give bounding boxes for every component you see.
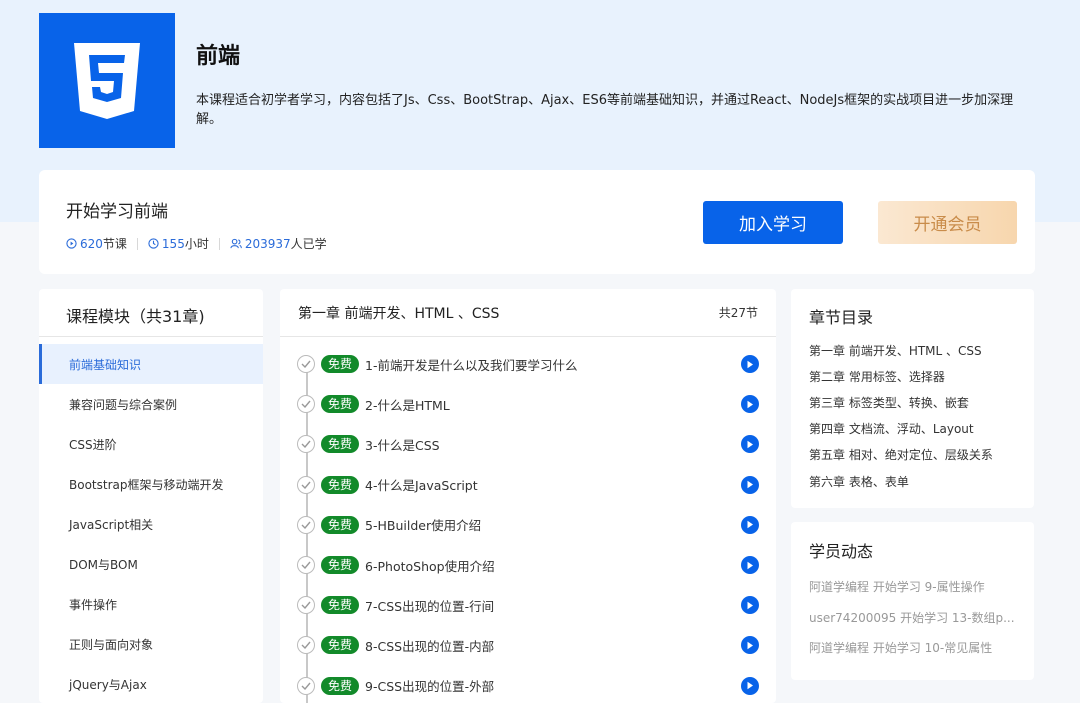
module-item[interactable]: CSS进阶 <box>39 424 263 464</box>
module-item[interactable]: 正则与面向对象 <box>39 624 263 664</box>
free-badge: 免费 <box>321 676 360 695</box>
lesson-row[interactable]: 免费 1-前端开发是什么以及我们要学习什么 <box>297 352 759 376</box>
free-badge: 免费 <box>321 556 360 574</box>
chapter-title: 第一章 前端开发、HTML 、CSS <box>298 305 500 322</box>
check-circle-icon <box>297 355 315 373</box>
lesson-row[interactable]: 免费 2-什么是HTML <box>297 392 759 416</box>
play-icon[interactable] <box>741 556 759 574</box>
free-badge: 免费 <box>321 596 360 615</box>
activity-title: 学员动态 <box>809 542 874 561</box>
course-title: 前端 <box>196 44 241 69</box>
divider <box>136 237 138 250</box>
module-item[interactable]: Bootstrap框架与移动端开发 <box>39 464 263 504</box>
free-badge: 免费 <box>321 355 360 373</box>
check-circle-icon <box>297 475 315 494</box>
lesson-row[interactable]: 免费 5-HBuilder使用介绍 <box>297 513 759 537</box>
modules-list: 前端基础知识 兼容问题与综合案例 CSS进阶 Bootstrap框架与移动端开发… <box>39 337 263 703</box>
lessons-stat: 620 节课 <box>66 235 127 252</box>
hours-unit: 小时 <box>184 237 209 251</box>
module-item[interactable]: JavaScript相关 <box>39 504 263 544</box>
play-icon[interactable] <box>741 515 759 534</box>
lesson-title[interactable]: 5-HBuilder使用介绍 <box>365 515 741 534</box>
course-logo <box>39 13 175 148</box>
learners-count: 203937 <box>244 236 291 251</box>
learners-stat: 203937 人已学 <box>230 235 327 252</box>
modules-title: 课程模块（共31章) <box>39 289 263 337</box>
toc-item[interactable]: 第六章 表格、表单 <box>809 473 909 490</box>
toc-item[interactable]: 第四章 文档流、浮动、Layout <box>809 420 974 437</box>
chapter-toc-panel: 章节目录 第一章 前端开发、HTML 、CSS 第二章 常用标签、选择器 第三章… <box>791 289 1034 508</box>
course-description: 本课程适合初学者学习，内容包括了Js、Css、BootStrap、Ajax、ES… <box>196 93 1014 127</box>
check-circle-icon <box>297 556 315 574</box>
lesson-row[interactable]: 免费 8-CSS出现的位置-内部 <box>297 633 759 657</box>
lesson-row[interactable]: 免费 7-CSS出现的位置-行间 <box>297 593 759 617</box>
play-icon[interactable] <box>741 395 759 414</box>
lesson-row[interactable]: 免费 9-CSS出现的位置-外部 <box>297 674 759 698</box>
toc-title: 章节目录 <box>809 308 874 327</box>
toc-item[interactable]: 第三章 标签类型、转换、嵌套 <box>809 394 969 411</box>
users-icon <box>230 238 242 249</box>
lesson-title[interactable]: 1-前端开发是什么以及我们要学习什么 <box>365 355 741 374</box>
divider <box>218 237 220 250</box>
learners-unit: 人已学 <box>290 237 327 251</box>
play-icon[interactable] <box>741 676 759 695</box>
activity-item: 阿道学编程 开始学习 9-属性操作 <box>809 580 985 594</box>
chapter-lesson-count: 共27节 <box>718 306 758 320</box>
play-icon[interactable] <box>741 435 759 454</box>
module-item[interactable]: DOM与BOM <box>39 544 263 584</box>
lesson-title[interactable]: 9-CSS出现的位置-外部 <box>365 676 741 695</box>
lesson-row[interactable]: 免费 3-什么是CSS <box>297 432 759 456</box>
activity-item: user74200095 开始学习 13-数组p... <box>809 611 1015 625</box>
check-circle-icon <box>297 676 315 695</box>
toc-item[interactable]: 第二章 常用标签、选择器 <box>809 368 945 385</box>
free-badge: 免费 <box>321 636 360 655</box>
check-circle-icon <box>297 596 315 615</box>
html5-icon <box>74 42 140 119</box>
hours-count: 155 <box>161 236 185 251</box>
play-icon[interactable] <box>741 636 759 655</box>
start-learning-title: 开始学习前端 <box>66 202 168 222</box>
check-circle-icon <box>297 515 315 534</box>
join-learning-button[interactable]: 加入学习 <box>703 201 843 244</box>
module-item[interactable]: 事件操作 <box>39 584 263 624</box>
lesson-title[interactable]: 4-什么是JavaScript <box>365 475 741 494</box>
hours-stat: 155 小时 <box>148 235 209 252</box>
check-circle-icon <box>297 435 315 454</box>
lessons-count: 620 <box>80 236 103 251</box>
open-vip-button[interactable]: 开通会员 <box>878 201 1017 244</box>
free-badge: 免费 <box>321 475 360 494</box>
chapter-panel: 第一章 前端开发、HTML 、CSS 共27节 免费 1-前端开发是什么以及我们要… <box>280 289 776 703</box>
free-badge: 免费 <box>321 395 360 414</box>
lessons-unit: 节课 <box>102 237 127 251</box>
check-circle-icon <box>297 636 315 655</box>
lesson-row[interactable]: 免费 6-PhotoShop使用介绍 <box>297 553 759 577</box>
module-item-active[interactable]: 前端基础知识 <box>39 344 263 384</box>
clock-icon <box>148 238 159 249</box>
lesson-title[interactable]: 3-什么是CSS <box>365 435 741 454</box>
student-activity-panel: 学员动态 阿道学编程 开始学习 9-属性操作 user74200095 开始学习… <box>791 522 1034 680</box>
play-icon[interactable] <box>741 596 759 615</box>
lesson-title[interactable]: 2-什么是HTML <box>365 395 741 414</box>
toc-item[interactable]: 第一章 前端开发、HTML 、CSS <box>809 342 982 359</box>
module-item[interactable]: 兼容问题与综合案例 <box>39 384 263 424</box>
play-circle-icon <box>66 238 77 249</box>
start-learning-card: 开始学习前端 620 节课 155 小时 203937 人已学 加入学习 开通会… <box>39 170 1035 274</box>
free-badge: 免费 <box>321 435 360 454</box>
chapter-header: 第一章 前端开发、HTML 、CSS 共27节 <box>280 289 776 337</box>
course-stats: 620 节课 155 小时 203937 人已学 <box>66 235 327 252</box>
activity-item: 阿道学编程 开始学习 10-常见属性 <box>809 641 993 655</box>
course-modules-panel: 课程模块（共31章) 前端基础知识 兼容问题与综合案例 CSS进阶 Bootst… <box>39 289 263 703</box>
check-circle-icon <box>297 395 315 414</box>
free-badge: 免费 <box>321 515 360 534</box>
lesson-title[interactable]: 6-PhotoShop使用介绍 <box>365 556 741 575</box>
toc-item[interactable]: 第五章 相对、绝对定位、层级关系 <box>809 446 993 463</box>
play-icon[interactable] <box>741 475 759 494</box>
module-item[interactable]: jQuery与Ajax <box>39 664 263 703</box>
lesson-title[interactable]: 7-CSS出现的位置-行间 <box>365 596 741 615</box>
play-icon[interactable] <box>741 355 759 373</box>
lesson-title[interactable]: 8-CSS出现的位置-内部 <box>365 636 741 655</box>
lesson-row[interactable]: 免费 4-什么是JavaScript <box>297 473 759 497</box>
